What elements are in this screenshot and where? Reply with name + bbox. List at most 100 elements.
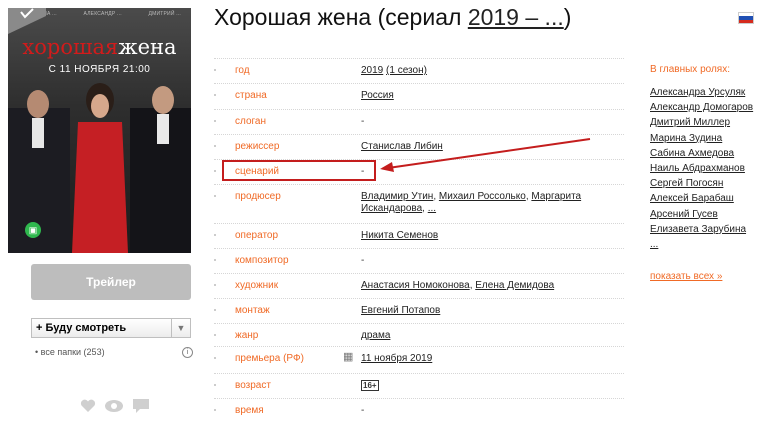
cast-list: Александра Урсуляк Александр Домогаров Дми… — [650, 85, 753, 252]
info-value: 16+ — [361, 380, 621, 392]
page-title: Хорошая жена (сериал 2019 – ...) — [214, 4, 572, 30]
eye-icon[interactable] — [104, 399, 124, 413]
highlight-box — [222, 160, 376, 181]
trailer-button[interactable]: Трейлер — [31, 264, 191, 300]
info-row: продюсер Владимир Утин, Михаил Россолько,… — [214, 184, 624, 224]
all-folders-link[interactable]: • все папки (253) — [35, 347, 105, 357]
info-value: Никита Семенов — [361, 230, 621, 242]
info-value-link[interactable]: ... — [428, 203, 436, 214]
info-label: оператор — [235, 230, 279, 241]
info-value: - — [361, 116, 621, 128]
cast-member-link[interactable]: Марина Зудина — [650, 131, 753, 146]
cast-member-link[interactable]: Алексей Барабаш — [650, 191, 753, 206]
bullet-dot — [214, 284, 216, 286]
cast-member-link[interactable]: Дмитрий Миллер — [650, 115, 753, 130]
cast-member-link[interactable]: Александр Домогаров — [650, 100, 753, 115]
info-value: драма — [361, 330, 621, 342]
bullet-dot — [214, 145, 216, 147]
movie-poster[interactable]: КРИСТИНА ...АЛЕКСАНДР ...ДМИТРИЙ ... хор… — [8, 8, 191, 253]
info-value-link[interactable]: Владимир Утин — [361, 191, 433, 202]
age-rating-badge: 16+ — [361, 380, 379, 391]
info-row: жанр драма — [214, 323, 624, 347]
bullet-dot — [214, 259, 216, 261]
bullet-dot — [214, 69, 216, 71]
bullet-dot — [214, 309, 216, 311]
cast-member-link[interactable]: Сергей Погосян — [650, 176, 753, 191]
info-value-text: - — [361, 255, 365, 266]
info-label: слоган — [235, 116, 267, 127]
info-value: Россия — [361, 90, 621, 102]
info-label: возраст — [235, 380, 271, 391]
poster-title: хорошаяжена — [22, 35, 177, 59]
arrow-annotation — [380, 138, 591, 172]
cast-member-link[interactable]: ... — [650, 237, 753, 252]
info-value: Владимир Утин, Михаил Россолько, Маргари… — [361, 191, 621, 215]
info-value-link[interactable]: (1 сезон) — [386, 65, 427, 76]
info-row: год 2019 (1 сезон) — [214, 58, 624, 84]
cast-member-link[interactable]: Сабина Ахмедова — [650, 146, 753, 161]
info-value-link[interactable]: 11 ноября 2019 — [361, 353, 432, 364]
info-value-text: - — [361, 405, 365, 416]
info-label: композитор — [235, 255, 289, 266]
info-label: жанр — [235, 330, 259, 341]
info-value-link[interactable]: Елена Демидова — [475, 280, 554, 291]
bullet-dot — [214, 234, 216, 236]
info-row: художник Анастасия Номоконова, Елена Деми… — [214, 273, 624, 299]
info-value-link[interactable]: драма — [361, 330, 390, 341]
info-value: - — [361, 405, 621, 417]
info-value-link[interactable]: Михаил Россолько — [439, 191, 526, 202]
info-icon[interactable]: i — [182, 347, 193, 358]
info-label: монтаж — [235, 305, 270, 316]
rating-icons — [80, 398, 150, 414]
info-value-link[interactable]: Никита Семенов — [361, 230, 438, 241]
info-label: премьера (РФ) — [235, 353, 304, 364]
will-watch-select[interactable]: + Буду смотреть ▼ — [31, 318, 191, 338]
info-label: продюсер — [235, 191, 281, 202]
bullet-dot — [214, 195, 216, 197]
russia-flag-icon[interactable] — [738, 12, 754, 24]
cast-member-link[interactable]: Александра Урсуляк — [650, 85, 753, 100]
show-all-link[interactable]: показать всех » — [650, 271, 722, 282]
calendar-icon[interactable]: ▦ — [343, 351, 353, 363]
info-value-link[interactable]: 2019 — [361, 65, 383, 76]
info-value: 2019 (1 сезон) — [361, 65, 621, 77]
info-row: оператор Никита Семенов — [214, 223, 624, 249]
info-row: слоган - — [214, 109, 624, 135]
info-label: время — [235, 405, 264, 416]
info-row: монтаж Евгений Потапов — [214, 298, 624, 324]
info-row: возраст 16+ — [214, 373, 624, 399]
cast-member-link[interactable]: Арсений Гусев — [650, 207, 753, 222]
bullet-dot — [214, 357, 216, 359]
ntv-channel-icon: ▣ — [25, 222, 41, 238]
bullet-dot — [214, 170, 216, 172]
info-value-link[interactable]: Евгений Потапов — [361, 305, 440, 316]
cast-member-link[interactable]: Наиль Абдрахманов — [650, 161, 753, 176]
cast-heading: В главных ролях: — [650, 64, 731, 75]
info-row: композитор - — [214, 248, 624, 274]
will-watch-label: + Буду смотреть — [36, 322, 127, 334]
info-value: ▦ 11 ноября 2019 — [343, 351, 621, 365]
flag-stripe — [739, 19, 753, 23]
bullet-dot — [214, 94, 216, 96]
info-row: время - — [214, 398, 624, 421]
comment-icon[interactable] — [132, 398, 150, 414]
info-value-text: - — [361, 116, 365, 127]
year-link[interactable]: 2019 – ... — [468, 4, 564, 30]
bullet-dot — [214, 409, 216, 411]
bookmark-corner-icon[interactable] — [8, 8, 46, 34]
info-value-link[interactable]: Анастасия Номоконова — [361, 280, 470, 291]
info-value-link[interactable]: Россия — [361, 90, 394, 101]
info-label: художник — [235, 280, 279, 291]
info-label: страна — [235, 90, 267, 101]
bullet-dot — [214, 334, 216, 336]
bullet-dot — [214, 120, 216, 122]
info-label: режиссер — [235, 141, 280, 152]
info-row: страна Россия — [214, 83, 624, 110]
heart-icon[interactable] — [80, 399, 96, 413]
info-row: премьера (РФ) ▦ 11 ноября 2019 — [214, 346, 624, 374]
info-label: год — [235, 65, 250, 76]
cast-member-link[interactable]: Елизавета Зарубина — [650, 222, 753, 237]
info-value: - — [361, 255, 621, 267]
poster-date: С 11 НОЯБРЯ 21:00 — [48, 64, 151, 75]
chevron-down-icon[interactable]: ▼ — [171, 319, 190, 337]
